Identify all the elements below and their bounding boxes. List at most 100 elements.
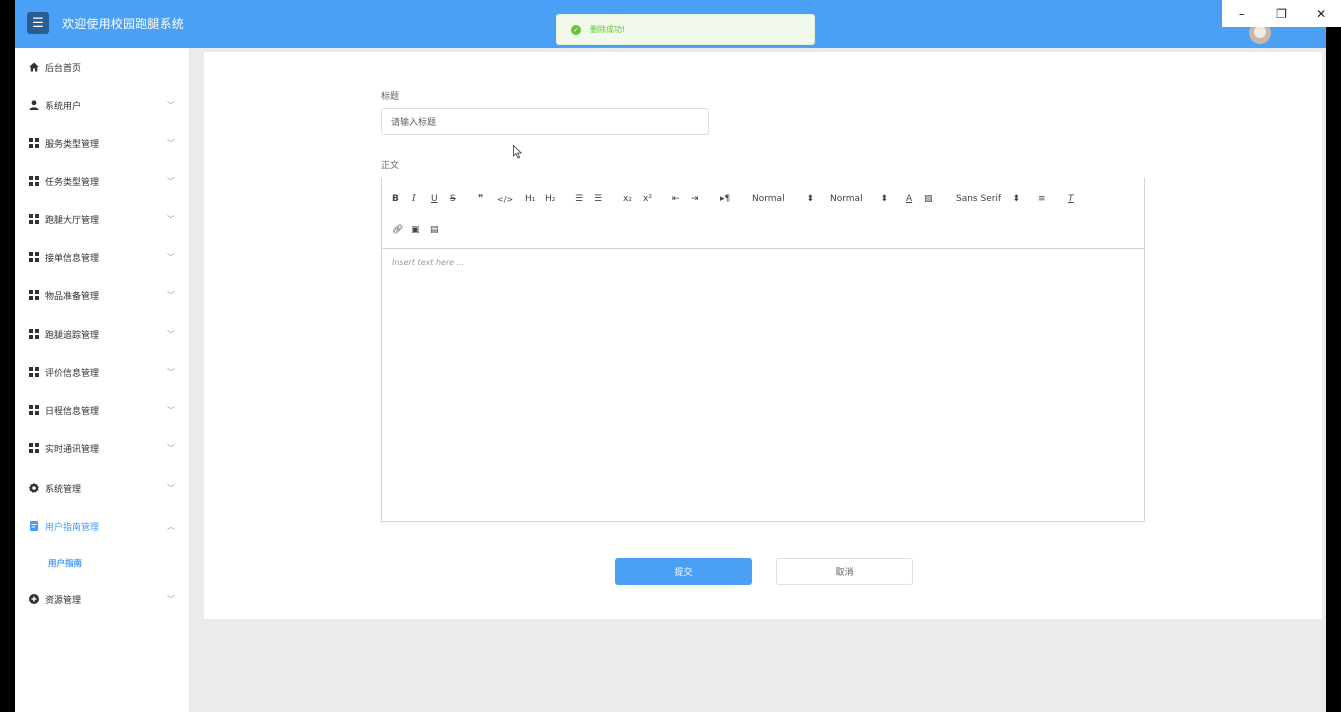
chevron-down-icon: ﹀: [167, 367, 175, 377]
blockquote-icon[interactable]: ❞: [478, 192, 483, 206]
ordered-list-icon[interactable]: ☰: [575, 192, 583, 206]
header-select[interactable]: Normal ⬍: [752, 192, 814, 206]
sidebar-item-order-info[interactable]: 接单信息管理 ﹀: [15, 238, 189, 276]
sidebar-item-label: 物品准备管理: [45, 291, 100, 302]
chevron-down-icon: ﹀: [167, 138, 175, 148]
image-icon[interactable]: ▣: [411, 223, 420, 237]
select-arrows-icon: ⬍: [880, 194, 888, 204]
chevron-down-icon: ﹀: [167, 100, 175, 110]
chevron-down-icon: ﹀: [167, 443, 175, 453]
rich-text-editor: B I U S ❞ </> H₁ H₂ ☰ ☰ x₂ x² ⇤ ⇥ ▸¶ Nor…: [381, 178, 1145, 522]
title-input[interactable]: 请输入标题: [381, 108, 709, 135]
bullet-list-icon[interactable]: ☰: [594, 192, 602, 206]
menu-icon: ☰: [32, 15, 44, 31]
sidebar-item-item-prep[interactable]: 物品准备管理 ﹀: [15, 276, 189, 314]
sidebar-item-messaging[interactable]: 实时通讯管理 ﹀: [15, 429, 189, 467]
check-circle-icon: ✓: [571, 24, 581, 35]
chevron-down-icon: ﹀: [167, 252, 175, 262]
sidebar-item-label: 后台首页: [45, 63, 82, 74]
grid-icon: [29, 443, 39, 453]
mouse-cursor-icon: [513, 145, 523, 159]
menu-toggle-button[interactable]: ☰: [27, 12, 49, 34]
grid-icon: [29, 329, 39, 339]
header-select-value: Normal: [752, 194, 785, 204]
sidebar-subitem-user-guide[interactable]: 用户指南: [15, 547, 189, 579]
sidebar-item-label: 任务类型管理: [45, 177, 100, 188]
video-icon[interactable]: ▤: [430, 223, 439, 237]
select-arrows-icon: ⬍: [1012, 194, 1020, 204]
chevron-down-icon: ﹀: [167, 594, 175, 604]
header1-button[interactable]: H₁: [525, 192, 535, 206]
chevron-down-icon: ﹀: [167, 329, 175, 339]
sidebar-item-reviews[interactable]: 评价信息管理 ﹀: [15, 353, 189, 391]
sidebar-item-errand-tracking[interactable]: 跑腿追踪管理 ﹀: [15, 315, 189, 353]
sidebar-item-service-types[interactable]: 服务类型管理 ﹀: [15, 124, 189, 162]
sidebar-item-home[interactable]: 后台首页: [15, 48, 189, 86]
sidebar-subitem-label: 用户指南: [48, 559, 83, 569]
grid-icon: [29, 367, 39, 377]
editor-placeholder[interactable]: Insert text here ...: [392, 258, 464, 267]
background-color-icon[interactable]: ▧: [924, 192, 933, 206]
sidebar-item-label: 跑腿追踪管理: [45, 330, 100, 341]
sidebar-item-system-settings[interactable]: 系统管理 ﹀: [15, 469, 189, 507]
chevron-down-icon: ﹀: [167, 176, 175, 186]
select-arrows-icon: ⬍: [806, 194, 814, 204]
align-icon[interactable]: ≡: [1038, 192, 1046, 206]
chevron-down-icon: ﹀: [167, 290, 175, 300]
chevron-up-icon: ︿: [167, 521, 175, 531]
sidebar-item-resources[interactable]: 资源管理 ﹀: [15, 580, 189, 618]
close-button[interactable]: ✕: [1301, 0, 1341, 27]
outdent-icon[interactable]: ⇤: [672, 192, 680, 206]
font-select[interactable]: Sans Serif ⬍: [956, 192, 1020, 206]
sidebar-item-system-users[interactable]: 系统用户 ﹀: [15, 86, 189, 124]
success-toast: ✓ 删除成功!: [556, 14, 815, 45]
text-direction-icon[interactable]: ▸¶: [720, 192, 730, 206]
grid-icon: [29, 290, 39, 300]
sidebar-item-label: 评价信息管理: [45, 368, 100, 379]
sidebar-item-schedule[interactable]: 日程信息管理 ﹀: [15, 391, 189, 429]
size-select[interactable]: Normal ⬍: [830, 192, 888, 206]
home-icon: [29, 62, 39, 72]
restore-button[interactable]: ❐: [1262, 0, 1302, 27]
chevron-down-icon: ﹀: [167, 405, 175, 415]
minimize-button[interactable]: –: [1222, 0, 1262, 27]
grid-icon: [29, 138, 39, 148]
sidebar-item-task-types[interactable]: 任务类型管理 ﹀: [15, 162, 189, 200]
sidebar-item-user-guide-mgmt[interactable]: 用户指南管理 ︿: [15, 507, 189, 545]
sidebar-item-label: 实时通讯管理: [45, 444, 100, 455]
sidebar-item-label: 资源管理: [45, 595, 82, 606]
grid-icon: [29, 405, 39, 415]
app-title: 欢迎使用校园跑腿系统: [62, 17, 185, 31]
bold-button[interactable]: B: [392, 192, 399, 206]
link-icon[interactable]: 🔗︎: [392, 223, 403, 237]
sidebar-item-label: 日程信息管理: [45, 406, 100, 417]
subscript-button[interactable]: x₂: [623, 192, 632, 206]
font-color-icon[interactable]: A: [906, 192, 912, 206]
main-content: 标题 请输入标题 正文 B I U S ❞ </> H₁ H₂ ☰ ☰ x₂ x…: [204, 52, 1322, 619]
toast-message: 删除成功!: [590, 25, 626, 34]
italic-button[interactable]: I: [412, 192, 416, 206]
sidebar-item-label: 服务类型管理: [45, 139, 100, 150]
cancel-button[interactable]: 取消: [776, 558, 913, 585]
submit-button[interactable]: 提交: [615, 558, 752, 585]
grid-icon: [29, 214, 39, 224]
clear-format-icon[interactable]: T: [1068, 192, 1074, 206]
strike-button[interactable]: S: [450, 192, 456, 206]
sidebar-item-label: 系统管理: [45, 484, 82, 495]
underline-button[interactable]: U: [431, 192, 438, 206]
chevron-down-icon: ﹀: [167, 483, 175, 493]
plus-circle-icon: [29, 594, 39, 604]
superscript-button[interactable]: x²: [643, 192, 652, 206]
chevron-down-icon: ﹀: [167, 214, 175, 224]
window-controls: – ❐ ✕: [1222, 0, 1341, 27]
sidebar-item-label: 用户指南管理: [45, 522, 100, 533]
grid-icon: [29, 176, 39, 186]
size-select-value: Normal: [830, 194, 863, 204]
indent-icon[interactable]: ⇥: [691, 192, 699, 206]
gear-icon: [29, 483, 39, 493]
sidebar: 后台首页 系统用户 ﹀ 服务类型管理 ﹀ 任务类型管理 ﹀ 跑腿大厅管理 ﹀ 接…: [15, 48, 189, 712]
sidebar-item-errand-hall[interactable]: 跑腿大厅管理 ﹀: [15, 200, 189, 238]
code-block-icon[interactable]: </>: [497, 192, 513, 206]
header2-button[interactable]: H₂: [545, 192, 555, 206]
editor-toolbar: B I U S ❞ </> H₁ H₂ ☰ ☰ x₂ x² ⇤ ⇥ ▸¶ Nor…: [382, 178, 1144, 249]
